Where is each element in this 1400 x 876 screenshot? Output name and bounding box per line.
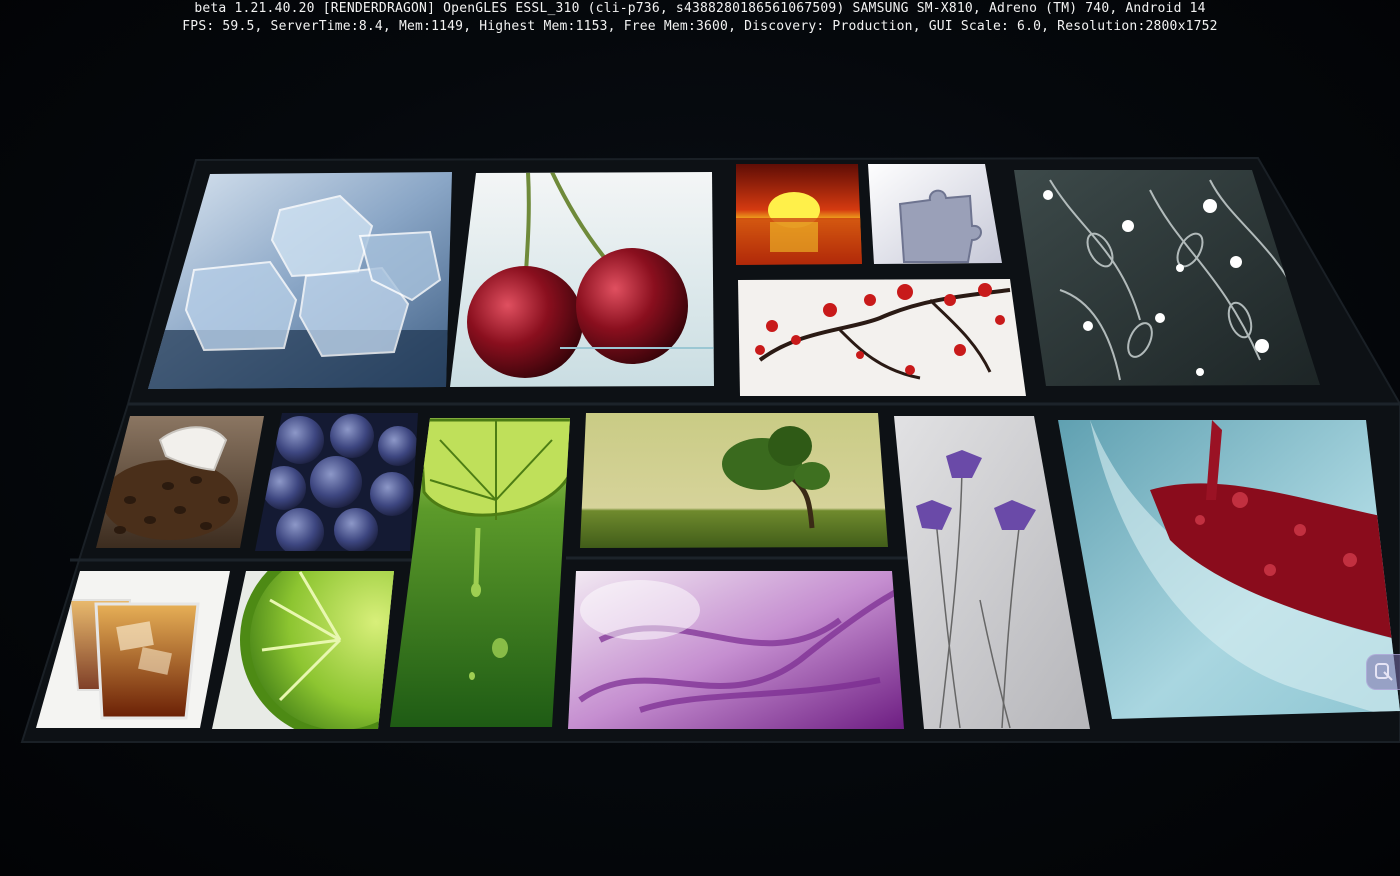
painting-whiskey-glasses[interactable] (30, 568, 234, 732)
chat-icon (1375, 663, 1393, 681)
painting-red-wine[interactable] (1054, 416, 1400, 726)
painting-cherries[interactable] (445, 170, 720, 390)
painting-puzzle[interactable] (866, 162, 1006, 268)
chat-button[interactable] (1366, 654, 1400, 690)
painting-wall (20, 156, 1400, 743)
painting-purple-smoke[interactable] (564, 568, 908, 732)
painting-sunset[interactable] (734, 162, 864, 268)
painting-blossom-branch[interactable] (736, 276, 1030, 400)
painting-windswept-tree[interactable] (578, 410, 890, 550)
